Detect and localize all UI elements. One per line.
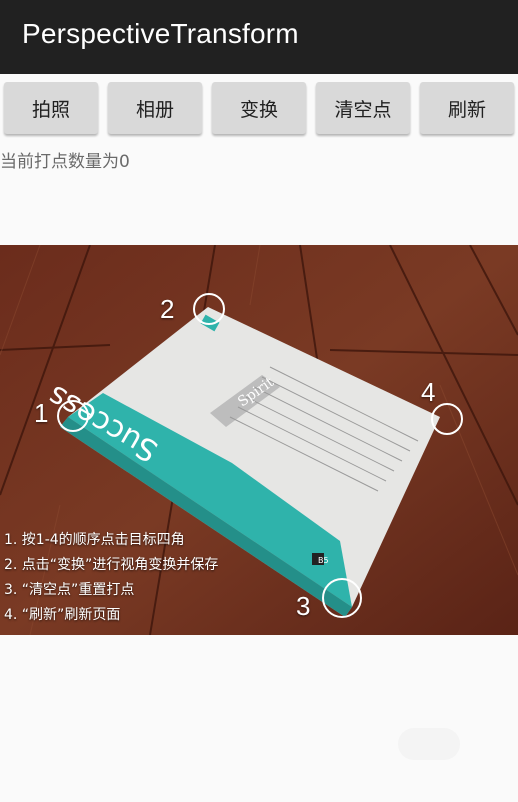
action-button-row: 拍照 相册 变换 清空点 刷新: [0, 82, 518, 136]
marker-4-label: 4: [421, 377, 436, 407]
marker-3-ring: [322, 578, 362, 618]
take-photo-button[interactable]: 拍照: [4, 82, 98, 134]
marker-1-label: 1: [34, 398, 49, 428]
instructions-overlay: 1. 按1-4的顺序点击目标四角 2. 点击“变换”进行视角变换并保存 3. “…: [4, 528, 304, 628]
instruction-line: 3. “清空点”重置打点: [4, 582, 135, 598]
marker-4-ring: [431, 403, 463, 435]
point-count-text: 当前打点数量为0: [0, 152, 130, 172]
size-badge-text: B5: [318, 556, 329, 565]
album-button[interactable]: 相册: [108, 82, 202, 134]
marker-1-ring: [57, 400, 89, 432]
app-bar: PerspectiveTransform: [0, 0, 518, 74]
photo-view[interactable]: Success Spirit B5 1 2 3 4 1. 按1-4的顺序点击目标…: [0, 245, 518, 635]
marker-2-label: 2: [160, 294, 175, 324]
transform-button[interactable]: 变换: [212, 82, 306, 134]
refresh-button[interactable]: 刷新: [420, 82, 514, 134]
clear-points-button[interactable]: 清空点: [316, 82, 410, 134]
app-title: PerspectiveTransform: [22, 18, 299, 49]
instruction-line: 4. “刷新”刷新页面: [4, 607, 121, 623]
instruction-line: 2. 点击“变换”进行视角变换并保存: [4, 557, 219, 573]
instruction-line: 1. 按1-4的顺序点击目标四角: [4, 532, 185, 548]
marker-2-ring: [193, 293, 225, 325]
faded-overlay: [398, 728, 460, 760]
